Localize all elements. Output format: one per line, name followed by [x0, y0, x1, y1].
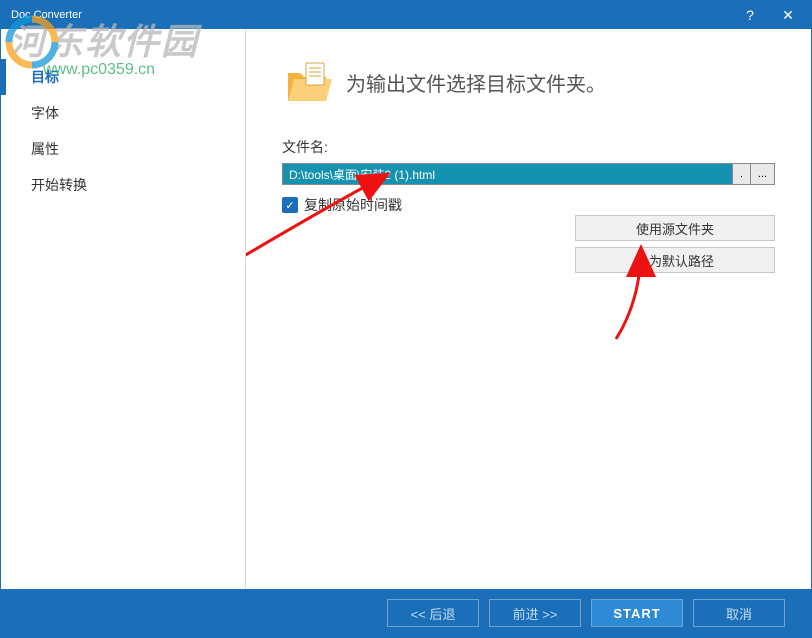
sidebar-item-attributes[interactable]: 属性	[1, 131, 245, 167]
folder-icon	[282, 59, 332, 105]
filename-field: 文件名: . ...	[282, 137, 775, 185]
back-button[interactable]: << 后退	[387, 599, 479, 627]
path-template-button[interactable]: .	[732, 164, 750, 184]
checkbox-icon: ✓	[282, 197, 298, 213]
sidebar-item-target[interactable]: 目标	[1, 59, 245, 95]
sidebar-item-start-convert[interactable]: 开始转换	[1, 167, 245, 203]
filename-label: 文件名:	[282, 137, 775, 157]
sidebar-item-font[interactable]: 字体	[1, 95, 245, 131]
sidebar: 目标 字体 属性 开始转换	[1, 29, 246, 589]
page-header: 为输出文件选择目标文件夹。	[282, 59, 775, 105]
footer: << 后退 前进 >> START 取消	[1, 589, 811, 637]
side-buttons: 使用源文件夹 设为默认路径	[575, 215, 775, 273]
filename-row: . ...	[282, 163, 775, 185]
copy-timestamp-row[interactable]: ✓ 复制原始时间戳	[282, 195, 775, 215]
help-button[interactable]: ?	[731, 1, 769, 29]
close-button[interactable]: ✕	[769, 1, 807, 29]
main-panel: 为输出文件选择目标文件夹。 文件名: . ... ✓ 复制原始时间戳 使用源文件…	[246, 29, 811, 589]
next-button[interactable]: 前进 >>	[489, 599, 581, 627]
body: 目标 字体 属性 开始转换 为输出文件选择目标文件夹。 文件名:	[1, 29, 811, 589]
set-default-path-button[interactable]: 设为默认路径	[575, 247, 775, 273]
use-source-folder-button[interactable]: 使用源文件夹	[575, 215, 775, 241]
filename-input[interactable]	[283, 164, 732, 184]
titlebar: Doc Converter ? ✕	[1, 1, 811, 29]
start-button[interactable]: START	[591, 599, 683, 627]
cancel-button[interactable]: 取消	[693, 599, 785, 627]
window-title: Doc Converter	[11, 9, 731, 21]
page-heading: 为输出文件选择目标文件夹。	[346, 68, 606, 97]
checkbox-label: 复制原始时间戳	[304, 195, 402, 215]
browse-button[interactable]: ...	[750, 164, 774, 184]
annotation-arrows	[246, 29, 811, 589]
